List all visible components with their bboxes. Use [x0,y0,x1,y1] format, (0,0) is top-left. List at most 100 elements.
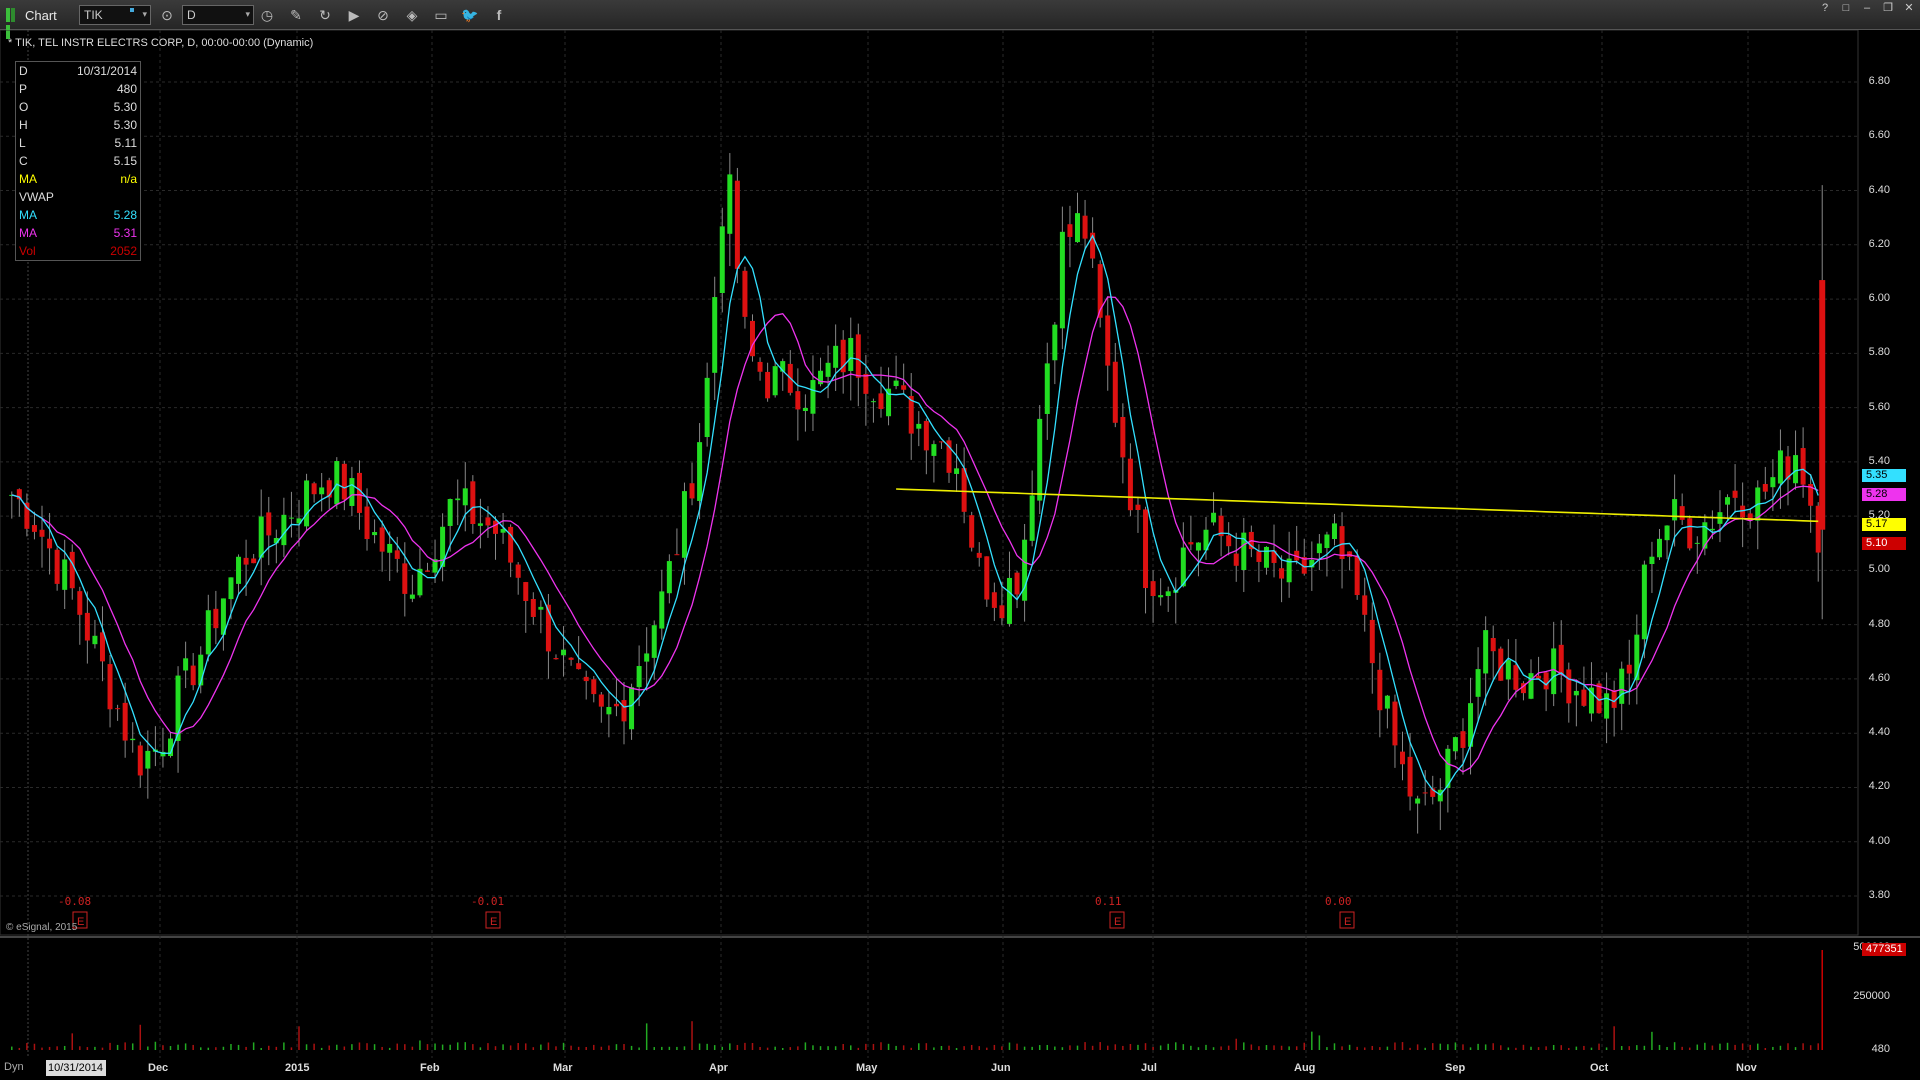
time-axis: Dyn 10/31/2014 Dec 2015 Feb Mar Apr May Jun Jul… [0,1058,1920,1080]
time-axis-label: Nov [1736,1062,1757,1074]
candle-body [1233,553,1239,566]
play-icon[interactable]: ▶ [345,6,363,24]
data-window-label: L [19,136,26,150]
interval-value: D [187,8,196,22]
candle-body [54,549,60,584]
data-window-row: MA 5.28 [16,206,140,224]
candle-body [1740,505,1746,518]
title-bar: Chart TIK ▾ ⊙ D ▾ ◷ ✎ ↻ ▶ ⊘ ◈ ▭ 🐦 f ? □ – … [0,0,1920,39]
data-window-value: 2052 [110,244,137,258]
candle-body [795,391,801,410]
candle-body [1127,458,1133,511]
candle-body [364,506,370,540]
candle-body [1006,577,1012,624]
candle-body [674,554,680,556]
candle-body [1573,690,1579,696]
chat-icon[interactable]: ▭ [432,6,450,24]
candle-body [1112,361,1118,423]
earnings-value: -0.01 [471,895,504,908]
refresh-icon[interactable]: ↻ [316,6,334,24]
earnings-value: -0.08 [58,895,91,908]
candle-body [236,556,242,584]
candle-body [923,421,929,451]
candle-body [863,374,869,394]
candle-body [387,543,393,553]
data-window-value: 480 [116,82,137,96]
chevron-down-icon[interactable]: ▾ [142,9,147,20]
data-window-label: P [19,82,28,96]
clock-icon[interactable]: ◷ [258,6,276,24]
time-axis-label: May [856,1062,878,1074]
candle-body [1672,499,1678,521]
price-axis-label: 6.20 [1868,237,1890,250]
candle-body [1566,669,1572,704]
candle-body [1143,509,1149,589]
twitter-icon[interactable]: 🐦 [461,6,479,24]
data-window-value: 5.30 [113,100,137,114]
maximize-button[interactable]: ❐ [1878,0,1898,16]
candle-body [1400,751,1406,765]
candle-body [1120,416,1126,458]
link-icon[interactable]: ⊙ [158,6,176,24]
price-axis-label: 6.00 [1868,292,1890,305]
minimize-button[interactable]: – [1857,0,1877,16]
candle-body [281,514,287,546]
candle-body [424,570,430,572]
candle-body [175,675,181,741]
candle-body [1044,363,1050,414]
candle-body [1475,669,1481,697]
candle-body [69,551,75,589]
candle-body [961,468,967,512]
candle-body [606,706,612,715]
candle-body [145,750,151,769]
zoom-icon[interactable]: ⊘ [374,6,392,24]
candle-body [999,605,1005,619]
candle-body [538,606,544,610]
chart-app-icon [6,8,20,39]
candle-body [1180,547,1186,587]
candle-body [190,665,196,686]
help-button[interactable]: ? [1815,0,1835,16]
candle-body [1422,792,1428,794]
symbol-input[interactable]: TIK ▾ [79,5,151,25]
candle-body [1226,535,1232,547]
price-axis-label: 3.80 [1868,889,1890,901]
candle-body [621,700,627,722]
candle-body [394,550,400,559]
candle-body [1347,551,1353,557]
candle-body [916,423,922,429]
candle-body [561,649,567,656]
candle-body [447,499,453,526]
data-window-label: MA [19,226,37,240]
candle-body [1331,523,1337,540]
candle-body [1819,280,1826,530]
candle-body [878,393,884,410]
candle-body [810,380,816,414]
time-axis-label: Sep [1445,1062,1466,1074]
facebook-icon[interactable]: f [490,6,508,24]
candle-body [409,594,415,599]
candle-body [1014,572,1020,595]
price-tag: 5.10 [1862,537,1906,551]
interval-input[interactable]: D ▾ [182,5,254,25]
earnings-markers: -0.08 E -0.01 E 0.11 E 0.00 E [58,895,1355,929]
data-window-value: n/a [120,172,137,186]
pencil-icon[interactable]: ✎ [287,6,305,24]
price-chart[interactable]: -0.08 E -0.01 E 0.11 E 0.00 E [0,30,1920,1058]
candle-body [228,577,234,600]
candle-body [644,653,650,662]
time-axis-label: Oct [1590,1062,1609,1074]
time-axis-label: Mar [553,1062,573,1074]
chevron-down-icon[interactable]: ▾ [245,9,250,20]
candle-body [1649,556,1655,564]
close-button[interactable]: ✕ [1899,0,1919,16]
candle-body [802,407,808,411]
candle-body [636,666,642,688]
restore-small-button[interactable]: □ [1836,0,1856,16]
candle-body [319,487,325,495]
candle-body [1354,556,1360,596]
data-window-row: C 5.15 [16,152,140,170]
tag-icon[interactable]: ◈ [403,6,421,24]
data-window-value: 5.30 [113,118,137,132]
dyn-label[interactable]: Dyn [4,1061,24,1073]
